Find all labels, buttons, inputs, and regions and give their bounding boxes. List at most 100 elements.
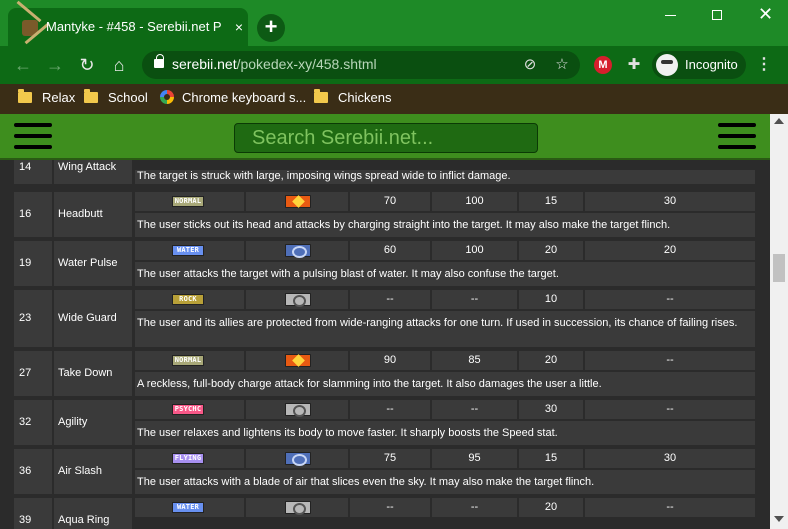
bookmark-school[interactable]: School xyxy=(84,89,148,108)
move-name-cell[interactable]: Air Slash xyxy=(54,449,132,494)
bookmark-label: Relax xyxy=(42,90,76,105)
special-category-icon[interactable] xyxy=(285,244,311,258)
move-power: 60 xyxy=(350,241,430,260)
move-level: 32 xyxy=(14,400,52,445)
move-type-cell: NORMAL xyxy=(135,192,244,211)
move-accuracy: 95 xyxy=(432,449,517,468)
right-menu-icon[interactable] xyxy=(718,123,756,151)
extensions-puzzle-icon[interactable]: ✚ xyxy=(624,55,644,75)
move-type-cell: FLYING xyxy=(135,449,244,468)
left-menu-icon[interactable] xyxy=(14,123,52,151)
site-header: Search Serebii.net... xyxy=(0,114,770,160)
folder-icon xyxy=(18,89,32,103)
move-name-link[interactable]: Air Slash xyxy=(58,465,102,477)
move-type-cell: WATER xyxy=(135,498,244,517)
move-type-cell: NORMAL xyxy=(135,351,244,370)
move-level-text: 16 xyxy=(19,208,32,220)
tab-close-icon[interactable]: × xyxy=(230,18,248,36)
move-power: -- xyxy=(350,290,430,309)
move-name-link[interactable]: Headbutt xyxy=(58,208,103,220)
type-badge-flying[interactable]: FLYING xyxy=(172,453,204,464)
status-category-icon[interactable] xyxy=(285,501,311,515)
move-name-cell[interactable]: Water Pulse xyxy=(54,241,132,286)
move-description: The user relaxes and lightens its body t… xyxy=(135,421,755,445)
scrollbar-thumb[interactable] xyxy=(773,254,785,282)
move-effect-chance: -- xyxy=(585,351,755,370)
site-search-input[interactable]: Search Serebii.net... xyxy=(234,123,538,153)
move-type-cell: ROCK xyxy=(135,290,244,309)
move-name-cell[interactable]: Take Down xyxy=(54,351,132,396)
move-level: 14 xyxy=(14,160,52,184)
move-level-text: 39 xyxy=(19,514,32,526)
move-description: The target is struck with large, imposin… xyxy=(135,170,755,184)
bookmark-label: Chrome keyboard s... xyxy=(182,90,307,105)
move-level: 16 xyxy=(14,192,52,237)
folder-icon xyxy=(314,89,328,103)
reload-icon[interactable]: ↻ xyxy=(76,54,98,76)
incognito-indicator[interactable]: Incognito xyxy=(652,51,746,79)
tracking-blocked-eye-icon[interactable]: ⊘ xyxy=(520,55,540,75)
page-scrollbar[interactable] xyxy=(770,114,788,529)
move-accuracy: -- xyxy=(432,290,517,309)
browser-menu-icon[interactable]: ⋮ xyxy=(756,55,772,75)
move-effect-chance: -- xyxy=(585,290,755,309)
status-category-icon[interactable] xyxy=(285,403,311,417)
home-icon[interactable]: ⌂ xyxy=(108,54,130,76)
extension-m-icon[interactable]: M xyxy=(594,56,612,74)
status-category-icon[interactable] xyxy=(285,293,311,307)
lock-icon xyxy=(154,54,164,68)
move-name-link[interactable]: Water Pulse xyxy=(58,257,118,269)
move-pp: 20 xyxy=(519,241,583,260)
move-name-link[interactable]: Take Down xyxy=(58,367,112,379)
bookmark-star-icon[interactable]: ☆ xyxy=(552,55,572,75)
move-level-text: 19 xyxy=(19,257,32,269)
scroll-down-icon[interactable] xyxy=(774,516,784,522)
new-tab-button[interactable]: + xyxy=(257,14,285,42)
incognito-icon xyxy=(656,54,678,76)
type-badge-normal[interactable]: NORMAL xyxy=(172,355,204,366)
move-name-link[interactable]: Aqua Ring xyxy=(58,514,109,526)
folder-icon xyxy=(84,89,98,103)
move-power: 90 xyxy=(350,351,430,370)
type-badge-normal[interactable]: NORMAL xyxy=(172,196,204,207)
scroll-up-icon[interactable] xyxy=(774,118,784,124)
url-text[interactable]: serebii.net/pokedex-xy/458.shtml xyxy=(172,56,502,74)
type-badge-water[interactable]: WATER xyxy=(172,245,204,256)
move-level: 36 xyxy=(14,449,52,494)
move-power: 75 xyxy=(350,449,430,468)
type-badge-water[interactable]: WATER xyxy=(172,502,204,513)
bookmark-label: School xyxy=(108,90,148,105)
move-level-text: 36 xyxy=(19,465,32,477)
bookmark-relax[interactable]: Relax xyxy=(18,89,76,108)
bookmark-chickens[interactable]: Chickens xyxy=(314,89,391,108)
physical-category-icon[interactable] xyxy=(285,195,311,208)
move-description: The user attacks with a blade of air tha… xyxy=(135,470,755,494)
move-name-link[interactable]: Agility xyxy=(58,416,87,428)
move-effect-chance: -- xyxy=(585,498,755,517)
minimize-button[interactable] xyxy=(650,0,690,30)
type-badge-psychic[interactable]: PSYCHC xyxy=(172,404,204,415)
address-bar[interactable]: serebii.net/pokedex-xy/458.shtml ⊘ ☆ xyxy=(142,51,580,79)
bookmarks-bar: Relax School Chrome keyboard s... Chicke… xyxy=(0,84,788,114)
move-level: 19 xyxy=(14,241,52,286)
move-name-cell[interactable]: Agility xyxy=(54,400,132,445)
browser-tab[interactable]: Mantyke - #458 - Serebii.net Pok × xyxy=(8,8,248,46)
maximize-button[interactable] xyxy=(698,0,738,30)
move-pp: 15 xyxy=(519,192,583,211)
type-badge-rock[interactable]: ROCK xyxy=(172,294,204,305)
move-name-cell[interactable]: Wide Guard xyxy=(54,290,132,347)
move-name-cell[interactable]: Wing Attack xyxy=(54,160,132,184)
move-name-link[interactable]: Wing Attack xyxy=(58,161,116,173)
move-level: 39 xyxy=(14,498,52,529)
move-name-cell[interactable]: Headbutt xyxy=(54,192,132,237)
move-name-cell[interactable]: Aqua Ring xyxy=(54,498,132,529)
close-window-button[interactable]: ✕ xyxy=(746,0,786,30)
bookmark-chrome-keyboard[interactable]: Chrome keyboard s... xyxy=(160,90,306,108)
move-name-link[interactable]: Wide Guard xyxy=(58,312,117,324)
back-arrow-icon[interactable]: ← xyxy=(12,54,34,76)
physical-category-icon[interactable] xyxy=(285,354,311,367)
move-description: The user sticks out its head and attacks… xyxy=(135,213,755,237)
special-category-icon[interactable] xyxy=(285,452,311,466)
forward-arrow-icon[interactable]: → xyxy=(44,54,66,76)
move-type-cell: PSYCHC xyxy=(135,400,244,419)
